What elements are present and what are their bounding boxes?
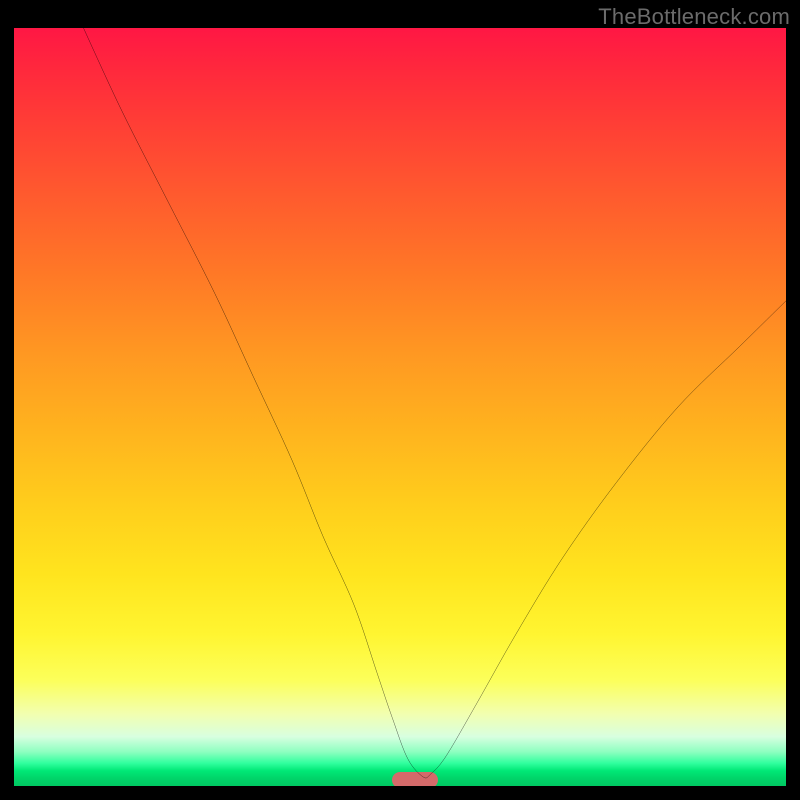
bottleneck-curve [14, 28, 786, 786]
chart-frame: TheBottleneck.com [0, 0, 800, 800]
plot-area [14, 28, 786, 786]
watermark-text: TheBottleneck.com [598, 4, 790, 30]
plot-inner [14, 28, 786, 786]
curve-path [83, 28, 786, 778]
